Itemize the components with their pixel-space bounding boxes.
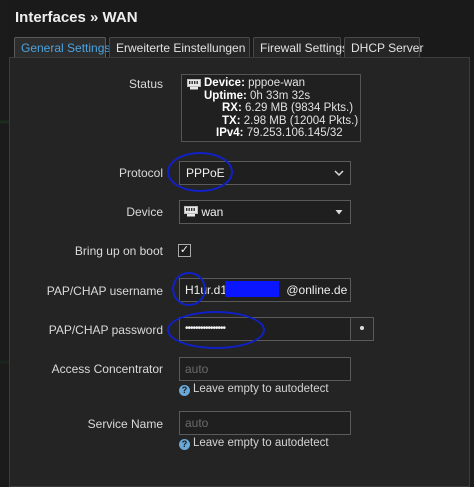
protocol-label: Protocol [118, 166, 163, 180]
status-ipv4-key: IPv4: [216, 127, 244, 139]
device-value: wan [201, 205, 224, 219]
status-box: Device: pppoe-wan Uptime: 0h 33m 32s RX:… [181, 74, 361, 142]
status-ipv4-value: 79.253.106.145/32 [246, 127, 343, 139]
help-icon: ? [179, 385, 190, 396]
device-label: Device [126, 205, 163, 219]
status-device-key: Device: [204, 77, 245, 89]
ethernet-port-icon [184, 202, 198, 224]
status-device-value: pppoe-wan [248, 77, 306, 89]
access-hint-text: Leave empty to autodetect [193, 383, 329, 395]
device-select[interactable]: wan [179, 200, 351, 224]
annotation-circle-protocol [167, 152, 233, 192]
password-label: PAP/CHAP password [48, 323, 163, 337]
service-hint-text: Leave empty to autodetect [193, 437, 329, 449]
boot-checkbox[interactable]: ✓ [178, 244, 191, 257]
status-uptime-value: 0h 33m 32s [250, 89, 311, 102]
status-label: Status [128, 77, 163, 91]
service-name-hint: ? Leave empty to autodetect [179, 437, 329, 450]
status-ipv4-row: IPv4: 79.253.106.145/32 [204, 127, 358, 140]
username-label: PAP/CHAP username [46, 284, 163, 298]
caret-down-icon [334, 201, 344, 232]
status-rx-value: 6.29 MB (9834 Pkts.) [245, 102, 354, 114]
device-value-wrap: wan [184, 201, 223, 224]
redaction-block [225, 281, 279, 297]
status-tx-value: 2.98 MB (12004 Pkts.) [243, 114, 359, 127]
dot-icon [359, 323, 365, 334]
page-title: Interfaces » WAN [15, 9, 138, 26]
status-tx-row: TX: 2.98 MB (12004 Pkts.) [204, 115, 358, 128]
status-uptime-row: Uptime: 0h 33m 32s [204, 90, 358, 103]
username-suffix: @online.de [286, 283, 348, 297]
reveal-password-button[interactable] [350, 317, 374, 341]
access-concentrator-input[interactable]: auto [179, 357, 351, 381]
chevron-down-icon [334, 162, 344, 193]
boot-label: Bring up on boot [74, 244, 163, 258]
annotation-circle-password [167, 311, 265, 349]
service-name-label: Service Name [87, 417, 163, 431]
access-concentrator-hint: ? Leave empty to autodetect [179, 383, 329, 396]
status-uptime-key: Uptime: [204, 89, 247, 102]
status-rx-row: RX: 6.29 MB (9834 Pkts.) [204, 102, 358, 115]
status-tx-key: TX: [222, 114, 241, 127]
annotation-circle-username [172, 272, 206, 306]
tab-firewall-settings[interactable]: Firewall Settings [253, 37, 348, 57]
access-concentrator-label: Access Concentrator [51, 362, 163, 376]
tab-advanced-settings[interactable]: Erweiterte Einstellungen [109, 37, 250, 57]
tab-dhcp-server[interactable]: DHCP Server [344, 37, 423, 57]
tab-general-settings[interactable]: General Settings [14, 37, 110, 57]
service-name-input[interactable]: auto [179, 411, 351, 435]
page-edge [0, 0, 9, 482]
help-icon: ? [179, 439, 190, 450]
ethernet-port-icon [187, 79, 201, 93]
status-rx-key: RX: [222, 102, 242, 114]
status-device-row: Device: pppoe-wan [204, 77, 358, 90]
